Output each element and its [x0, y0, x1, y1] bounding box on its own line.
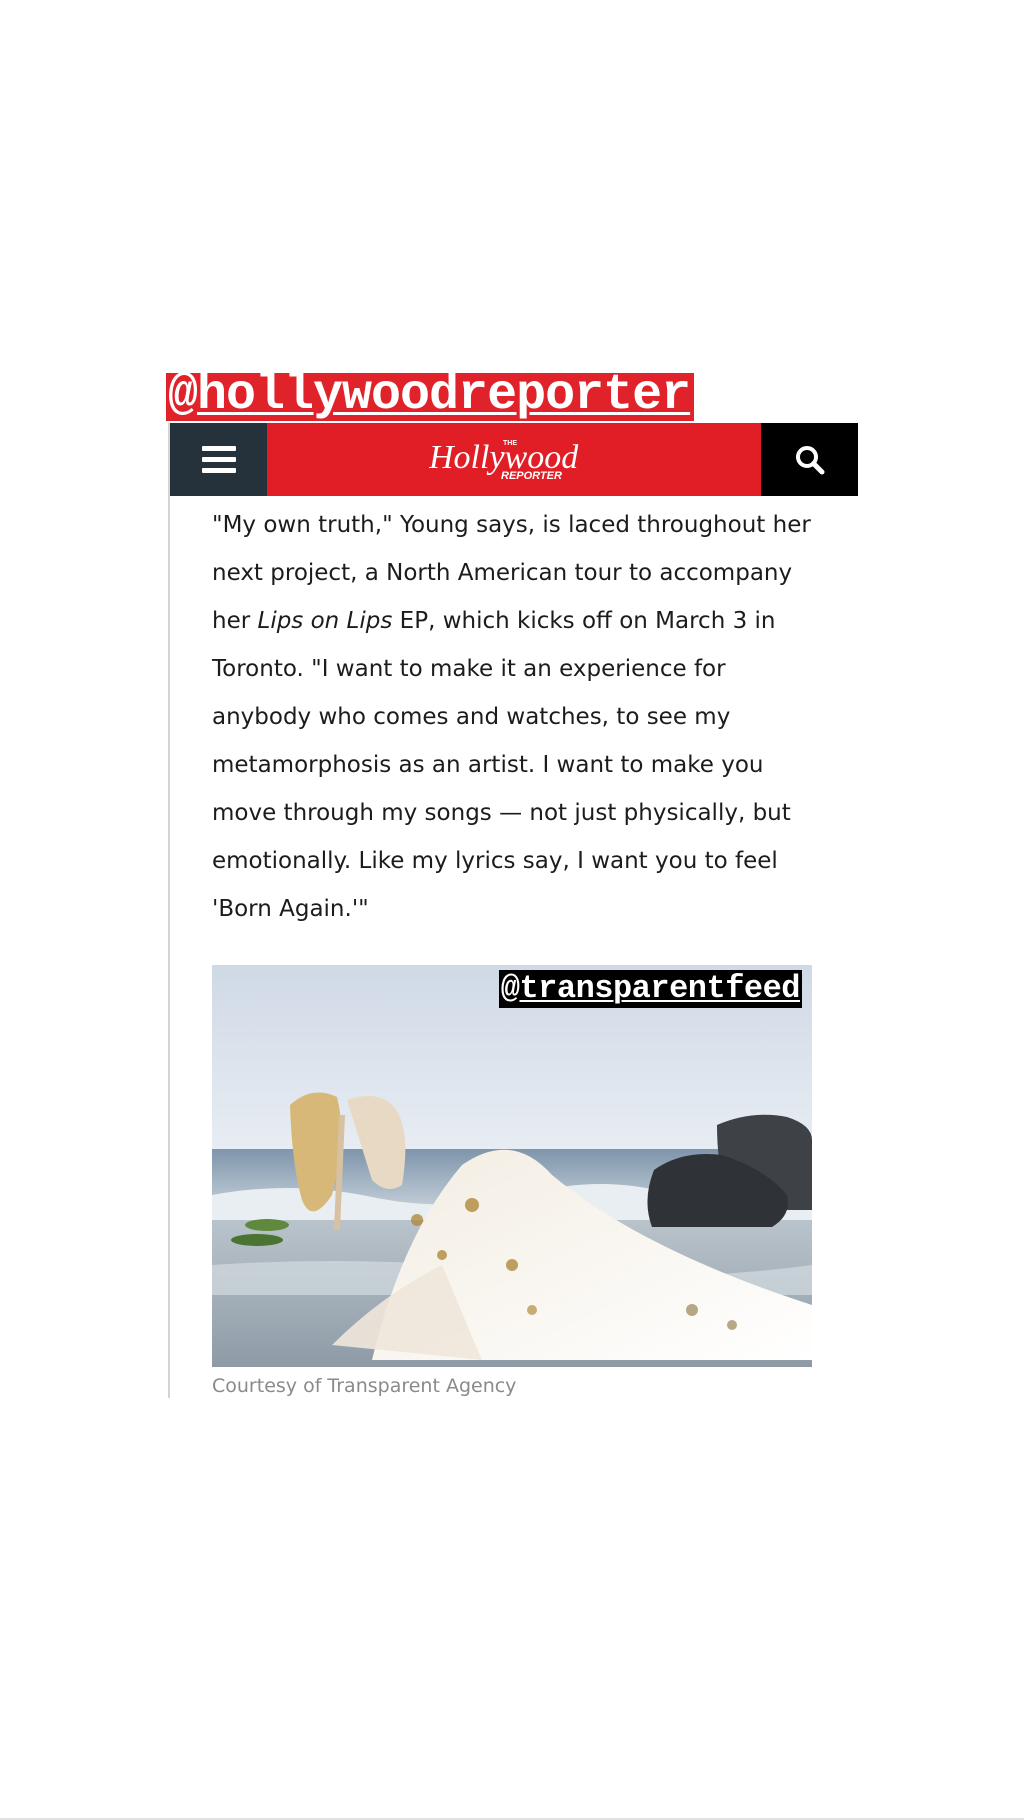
photo-illustration: [212, 965, 812, 1367]
hollywood-reporter-logo: Hollywood THE REPORTER: [429, 439, 579, 482]
photo-caption: Courtesy of Transparent Agency: [212, 1375, 517, 1397]
article-figure: @transparentfeed Courtesy of Transparent…: [212, 965, 812, 1397]
handle-name: transparentfeed: [519, 970, 800, 1007]
menu-button[interactable]: [170, 423, 267, 496]
article-paragraph: "My own truth," Young says, is laced thr…: [212, 512, 811, 922]
ep-title: Lips on Lips: [257, 608, 393, 634]
logo-the-text: THE: [503, 440, 517, 447]
site-header: Hollywood THE REPORTER: [170, 423, 858, 496]
search-button[interactable]: [761, 423, 858, 496]
logo-reporter-text: REPORTER: [501, 470, 562, 482]
search-icon: [795, 445, 824, 474]
at-sign: @: [168, 367, 198, 424]
hamburger-menu-icon: [201, 440, 236, 479]
transparentfeed-handle-sticker[interactable]: @transparentfeed: [498, 970, 802, 1008]
beach-photo[interactable]: @transparentfeed: [212, 965, 812, 1367]
article-screenshot: Hollywood THE REPORTER "My own truth," Y…: [168, 423, 858, 1398]
article-body: "My own truth," Young says, is laced thr…: [212, 501, 832, 933]
site-logo[interactable]: Hollywood THE REPORTER: [267, 423, 760, 496]
at-sign: @: [500, 970, 520, 1007]
hollywoodreporter-handle-sticker[interactable]: @hollywoodreporter: [166, 371, 695, 421]
handle-name: hollywoodreporter: [197, 367, 691, 424]
story-canvas: @hollywoodreporter Hollywood THE REPORTE…: [0, 0, 1024, 1820]
